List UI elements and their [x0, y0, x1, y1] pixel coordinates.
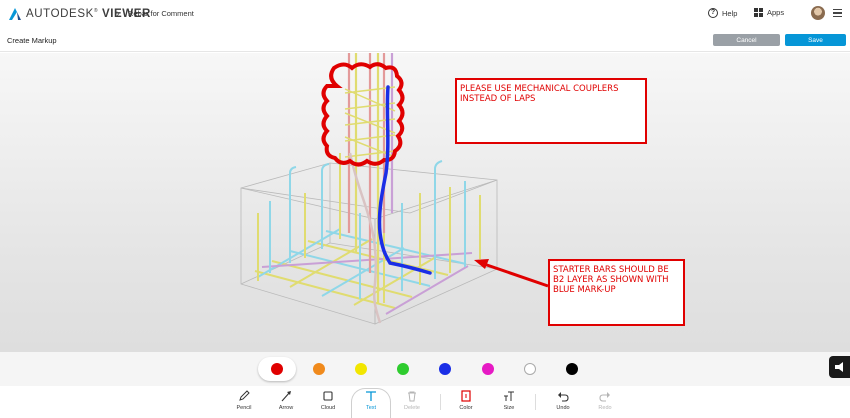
pencil-tool-label: Pencil	[236, 405, 252, 411]
autodesk-logo-icon[interactable]	[8, 7, 22, 21]
apps-label: Apps	[767, 8, 785, 17]
cloud-icon	[323, 391, 333, 401]
top-bar: AUTODESK® VIEWER › Rebar for Comment ? H…	[0, 0, 850, 28]
hamburger-menu-icon[interactable]	[833, 9, 842, 17]
color-palette	[0, 352, 850, 386]
save-button[interactable]: Save	[785, 34, 846, 46]
pencil-tool-button[interactable]: Pencil	[224, 390, 264, 416]
help-label: Help	[722, 8, 738, 18]
page-title: Create Markup	[7, 36, 57, 45]
arrow-tool-label: Arrow	[278, 405, 294, 411]
feedback-megaphone-icon[interactable]	[829, 356, 850, 378]
text-tool-button[interactable]: Text	[351, 390, 391, 416]
color-tool-button[interactable]: Color	[446, 390, 486, 416]
cloud-tool-label: Cloud	[320, 405, 336, 411]
trash-icon	[408, 391, 416, 402]
size-tool-label: Size	[503, 405, 515, 411]
help-button[interactable]: ? Help	[708, 8, 737, 18]
markup-toolbar: Pencil Arrow Cloud Text Delete Color Siz…	[0, 386, 850, 418]
delete-tool-button[interactable]: Delete	[392, 390, 432, 416]
text-tool-label: Text	[365, 405, 377, 411]
color-tool-label: Color	[459, 405, 473, 411]
color-swatch-green[interactable]	[397, 363, 409, 375]
arrow-markup[interactable]	[474, 259, 549, 288]
apps-button[interactable]: Apps	[754, 8, 784, 17]
color-swatch-yellow[interactable]	[355, 363, 367, 375]
color-swatch-red[interactable]	[271, 363, 283, 375]
pencil-icon	[239, 390, 250, 401]
apps-grid-icon	[754, 8, 763, 17]
cancel-button[interactable]: Cancel	[713, 34, 780, 46]
cloud-tool-button[interactable]: Cloud	[308, 390, 348, 416]
arrow-icon	[281, 391, 291, 402]
color-swatch-blue[interactable]	[439, 363, 451, 375]
color-swatch-orange[interactable]	[313, 363, 325, 375]
redo-button[interactable]: Redo	[585, 390, 625, 416]
color-swatch-white[interactable]	[524, 363, 536, 375]
size-icon	[504, 391, 514, 401]
undo-button[interactable]: Undo	[543, 390, 583, 416]
chevron-right-icon: ›	[116, 8, 120, 20]
delete-tool-label: Delete	[404, 405, 420, 411]
help-icon: ?	[708, 8, 718, 18]
undo-icon	[558, 392, 569, 402]
breadcrumb-file-name[interactable]: Rebar for Comment	[128, 9, 194, 18]
arrow-tool-button[interactable]: Arrow	[266, 390, 306, 416]
redo-icon	[599, 392, 610, 402]
toolbar-divider	[535, 394, 536, 410]
color-swatch-magenta[interactable]	[482, 363, 494, 375]
text-markup-starter-bars[interactable]: STARTER BARS SHOULD BE B2 LAYER AS SHOWN…	[548, 259, 685, 326]
text-markup-couplers[interactable]: PLEASE USE MECHANICAL COUPLERS INSTEAD O…	[455, 78, 647, 144]
rebar-model-view	[240, 53, 549, 325]
redo-label: Redo	[598, 405, 612, 411]
avatar[interactable]	[811, 6, 825, 20]
cloud-markup[interactable]	[321, 62, 405, 167]
text-icon	[366, 391, 376, 401]
toolbar-divider	[440, 394, 441, 410]
size-tool-button[interactable]: Size	[489, 390, 529, 416]
color-icon	[461, 390, 471, 402]
color-swatch-black[interactable]	[566, 363, 578, 375]
undo-label: Undo	[556, 405, 570, 411]
model-canvas[interactable]: PLEASE USE MECHANICAL COUPLERS INSTEAD O…	[0, 53, 850, 352]
